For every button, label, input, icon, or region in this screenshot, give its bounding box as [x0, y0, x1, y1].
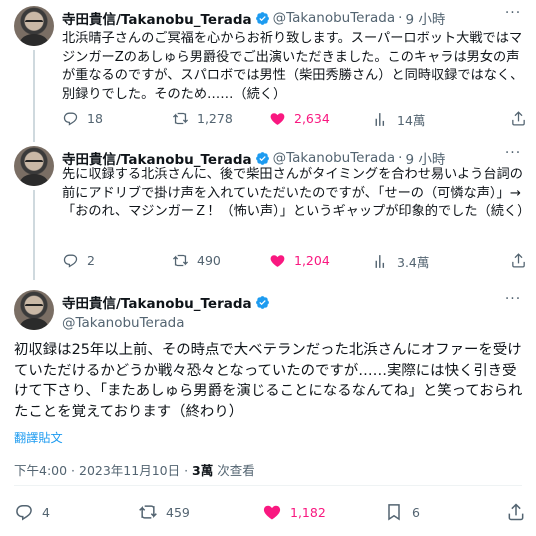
author-handle[interactable]: @TakanobuTerada: [62, 315, 273, 331]
author-name[interactable]: 寺田貴信/Takanobu_Terada: [62, 8, 252, 28]
reply-icon: [16, 505, 32, 521]
retweet-button[interactable]: 1,278: [172, 110, 233, 127]
share-icon: [508, 503, 524, 521]
like-count: 1,204: [294, 253, 330, 268]
reply-button[interactable]: 2: [62, 252, 95, 269]
reply-count: 2: [87, 253, 95, 268]
more-icon[interactable]: ···: [504, 6, 522, 26]
views-count: 3萬: [192, 463, 214, 478]
heart-icon: [270, 113, 285, 125]
share-button[interactable]: [506, 502, 534, 522]
bookmark-icon: [388, 504, 400, 521]
reply-button[interactable]: 4: [14, 502, 50, 522]
like-button[interactable]: 2,634: [269, 110, 330, 127]
retweet-button[interactable]: 459: [138, 502, 190, 522]
like-button[interactable]: 1,204: [269, 252, 330, 269]
views-button[interactable]: 14萬: [372, 110, 425, 129]
retweet-icon: [172, 112, 189, 125]
tweet-header: 寺田貴信/Takanobu_Terada @TakanobuTerada · 9…: [62, 8, 445, 28]
tweet-text: 北浜晴子さんのご冥福を心からお祈り致します。スーパーロボット大戦ではマジンガーZ…: [62, 31, 524, 102]
retweet-count: 490: [197, 253, 221, 268]
reply-button[interactable]: 18: [62, 110, 103, 127]
verified-icon: [255, 11, 269, 25]
translate-link[interactable]: 翻譯貼文: [14, 428, 63, 446]
reply-count: 18: [87, 111, 103, 126]
separator: ·: [398, 150, 403, 166]
like-button[interactable]: 1,182: [262, 502, 326, 522]
reply-count: 4: [42, 504, 50, 520]
verified-icon: [255, 295, 269, 309]
avatar[interactable]: [14, 290, 54, 330]
share-icon[interactable]: [510, 252, 527, 269]
author-handle[interactable]: @TakanobuTerada: [273, 10, 396, 26]
tweet-2[interactable]: 寺田貴信/Takanobu_Terada @TakanobuTerada · 9…: [0, 142, 536, 280]
views-button[interactable]: 3.4萬: [372, 252, 429, 271]
main-tweet-actions: 4 459 1,182 6: [14, 502, 526, 524]
reply-icon: [63, 112, 78, 126]
like-count: 2,634: [294, 111, 330, 126]
views-icon: [375, 255, 385, 268]
tweet-header: 寺田貴信/Takanobu_Terada @TakanobuTerada · 9…: [62, 148, 445, 168]
divider: [14, 485, 522, 486]
retweet-count: 1,278: [197, 111, 233, 126]
author-name[interactable]: 寺田貴信/Takanobu_Terada: [62, 292, 252, 312]
tweet-text: 先に収録する北浜さんに、後で柴田さんがタイミングを合わせ易いよう台詞の前にアドリ…: [62, 167, 531, 219]
tweet-actions: 18 1,278 2,634 14萬: [62, 110, 527, 130]
reply-icon: [63, 254, 78, 268]
main-author-block: 寺田貴信/Takanobu_Terada @TakanobuTerada: [62, 292, 273, 331]
like-count: 1,182: [290, 504, 326, 520]
bookmark-button[interactable]: 6: [384, 502, 420, 522]
more-icon[interactable]: ···: [504, 292, 522, 312]
main-tweet-text: 初収録は25年以上前、その時点で大ベテランだった北浜さんにオファーを受けていただ…: [14, 342, 523, 420]
views-count: 14萬: [397, 113, 426, 128]
retweet-icon: [139, 505, 157, 519]
timestamp[interactable]: 下午4:00 · 2023年11月10日 ·: [14, 463, 192, 478]
avatar[interactable]: [14, 146, 54, 186]
views-label: 次查看: [213, 463, 255, 478]
tweet-time[interactable]: 9 小時: [405, 8, 445, 28]
heart-icon: [270, 255, 285, 267]
tweet-time[interactable]: 9 小時: [405, 148, 445, 168]
views-icon: [375, 113, 385, 126]
thread-line: [33, 50, 35, 142]
heart-icon: [263, 505, 281, 520]
more-icon[interactable]: ···: [504, 146, 522, 166]
retweet-icon: [172, 254, 189, 267]
tweet-meta: 下午4:00 · 2023年11月10日 · 3萬 次查看: [14, 460, 255, 479]
separator: ·: [398, 10, 403, 26]
views-count: 3.4萬: [397, 255, 430, 270]
verified-icon: [255, 151, 269, 165]
main-tweet: 寺田貴信/Takanobu_Terada @TakanobuTerada ···…: [0, 282, 536, 536]
author-name[interactable]: 寺田貴信/Takanobu_Terada: [62, 148, 252, 168]
thread-line: [33, 190, 35, 280]
tweet-actions: 2 490 1,204 3.4萬: [62, 252, 527, 272]
bookmark-count: 6: [412, 504, 420, 520]
share-icon[interactable]: [510, 110, 527, 127]
retweet-button[interactable]: 490: [172, 252, 221, 269]
author-handle[interactable]: @TakanobuTerada: [273, 150, 396, 166]
avatar[interactable]: [14, 6, 54, 46]
tweet-1[interactable]: 寺田貴信/Takanobu_Terada @TakanobuTerada · 9…: [0, 0, 536, 142]
retweet-count: 459: [166, 504, 190, 520]
